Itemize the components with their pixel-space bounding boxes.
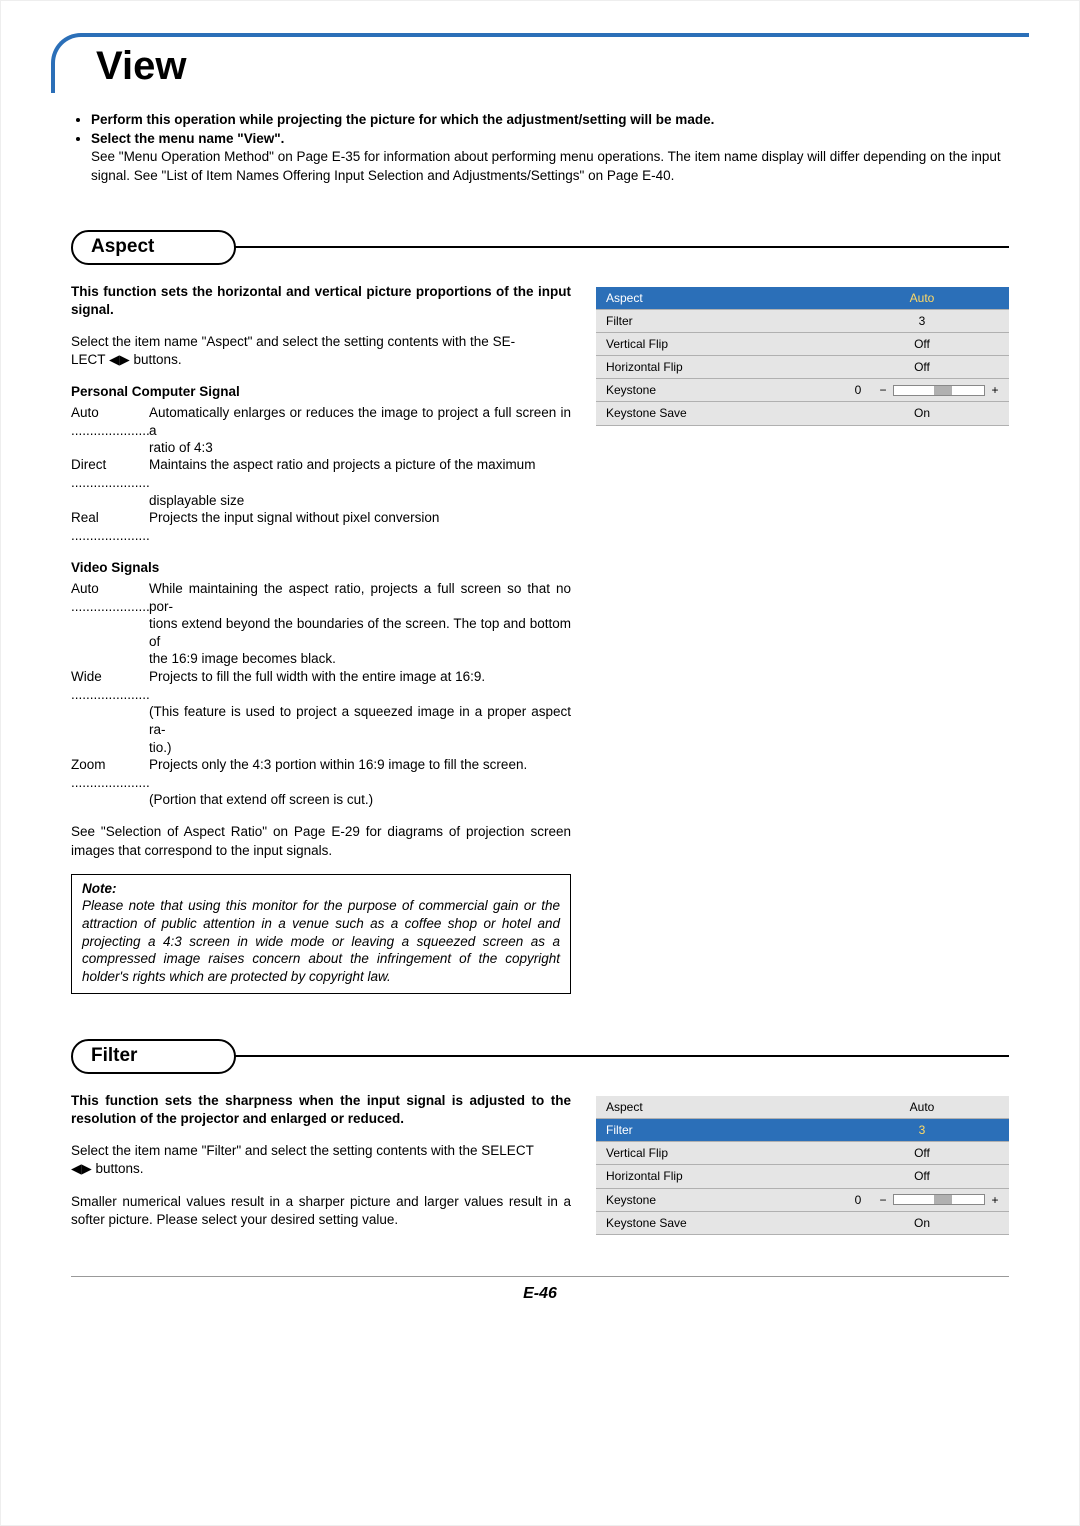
vid-wide-text-b: (This feature is used to project a squee… [149, 703, 571, 739]
page-number: E-46 [71, 1276, 1009, 1305]
keystone-value: 0 [843, 382, 873, 398]
page-title: View [91, 39, 191, 93]
menu-cell-label: Horizontal Flip [596, 1165, 833, 1188]
vid-auto-text-c: the 16:9 image becomes black. [149, 650, 571, 668]
aspect-intro: This function sets the horizontal and ve… [71, 283, 571, 319]
aspect-note-label: Note: [82, 880, 560, 898]
page-accent-rule [51, 33, 1029, 93]
pc-signal-head: Personal Computer Signal [71, 383, 571, 401]
menu-cell-value: 3 [833, 309, 1009, 332]
table-row: Keystone 0 − + [596, 1188, 1009, 1211]
table-row: AspectAuto [596, 286, 1009, 309]
video-signals-head: Video Signals [71, 559, 571, 577]
filter-result: Smaller numerical values result in a sha… [71, 1193, 571, 1229]
vid-auto-text-b: tions extend beyond the boundaries of th… [149, 615, 571, 651]
minus-icon: − [877, 382, 889, 398]
keystone-slider: 0 − + [843, 382, 1001, 398]
aspect-see-also: See "Selection of Aspect Ratio" on Page … [71, 823, 571, 859]
vid-wide-text-c: tio.) [149, 739, 571, 757]
menu-cell-value: Auto [833, 286, 1009, 309]
menu-cell-value: On [833, 402, 1009, 425]
menu-cell-value: Off [833, 1142, 1009, 1165]
menu-cell-label: Keystone Save [596, 402, 833, 425]
pc-auto-label: Auto [71, 405, 99, 420]
aspect-instruction-a: Select the item name "Aspect" and select… [71, 334, 515, 349]
pc-direct-label: Direct [71, 457, 106, 472]
table-row: Keystone 0 − + [596, 379, 1009, 402]
table-row: Filter3 [596, 1118, 1009, 1141]
pc-real-text: Projects the input signal without pixel … [149, 509, 571, 545]
filter-instruction-b: ◀▶ buttons. [71, 1161, 144, 1176]
table-row: Vertical FlipOff [596, 1142, 1009, 1165]
pc-direct-text-b: displayable size [149, 492, 571, 510]
filter-heading: Filter [71, 1039, 236, 1074]
menu-cell-label: Keystone [596, 379, 833, 402]
aspect-heading-row: Aspect [71, 230, 1009, 265]
aspect-description: This function sets the horizontal and ve… [71, 283, 571, 995]
plus-icon: + [989, 382, 1001, 398]
menu-cell-label: Keystone [596, 1188, 833, 1211]
pc-auto-text-a: Automatically enlarges or reduces the im… [149, 404, 571, 440]
table-row: Horizontal FlipOff [596, 1165, 1009, 1188]
filter-heading-rule [234, 1055, 1009, 1057]
menu-cell-label: Filter [596, 1118, 833, 1141]
vid-zoom-label: Zoom [71, 757, 106, 772]
intro-bullet-2: Select the menu name "View". [91, 131, 284, 146]
aspect-heading-rule [234, 246, 1009, 248]
pc-direct-text-a: Maintains the aspect ratio and projects … [149, 456, 571, 492]
slider-knob [934, 386, 952, 395]
keystone-value: 0 [843, 1192, 873, 1208]
menu-cell-label: Keystone Save [596, 1211, 833, 1234]
aspect-heading: Aspect [71, 230, 236, 265]
intro-bullet-1: Perform this operation while projecting … [91, 112, 714, 127]
filter-intro: This function sets the sharpness when th… [71, 1092, 571, 1128]
vid-zoom-text-a: Projects only the 4:3 portion within 16:… [149, 756, 571, 792]
menu-cell-label: Vertical Flip [596, 1142, 833, 1165]
menu-cell-value: Off [833, 332, 1009, 355]
intro-text: See "Menu Operation Method" on Page E-35… [91, 149, 1001, 182]
table-row: Filter3 [596, 309, 1009, 332]
menu-cell-value: On [833, 1211, 1009, 1234]
menu-cell-value: Off [833, 356, 1009, 379]
minus-icon: − [877, 1192, 889, 1208]
pc-real-label: Real [71, 510, 99, 525]
vid-zoom-text-b: (Portion that extend off screen is cut.) [149, 791, 571, 809]
menu-cell-label: Aspect [596, 286, 833, 309]
table-row: AspectAuto [596, 1095, 1009, 1118]
slider-track [893, 385, 985, 396]
menu-cell-value: Off [833, 1165, 1009, 1188]
vid-auto-label: Auto [71, 581, 99, 596]
aspect-menu-table: AspectAuto Filter3 Vertical FlipOff Hori… [596, 286, 1009, 426]
menu-cell-label: Aspect [596, 1095, 833, 1118]
menu-cell-label: Vertical Flip [596, 332, 833, 355]
menu-cell-label: Filter [596, 309, 833, 332]
menu-cell-value: 3 [833, 1118, 1009, 1141]
filter-heading-row: Filter [71, 1039, 1009, 1074]
aspect-note-box: Note: Please note that using this monito… [71, 874, 571, 994]
menu-cell-label: Horizontal Flip [596, 356, 833, 379]
table-row: Horizontal FlipOff [596, 356, 1009, 379]
pc-auto-text-b: ratio of 4:3 [149, 439, 571, 457]
vid-wide-label: Wide [71, 669, 102, 684]
filter-instruction-a: Select the item name "Filter" and select… [71, 1143, 534, 1158]
slider-track [893, 1194, 985, 1205]
table-row: Keystone SaveOn [596, 402, 1009, 425]
aspect-note-text: Please note that using this monitor for … [82, 898, 560, 983]
table-row: Keystone SaveOn [596, 1211, 1009, 1234]
menu-cell-value: Auto [833, 1095, 1009, 1118]
slider-knob [934, 1195, 952, 1204]
vid-auto-text-a: While maintaining the aspect ratio, proj… [149, 580, 571, 616]
aspect-instruction-b: LECT ◀▶ buttons. [71, 352, 182, 367]
vid-wide-text-a: Projects to fill the full width with the… [149, 668, 571, 704]
intro-block: Perform this operation while projecting … [71, 111, 1009, 185]
keystone-slider: 0 − + [843, 1192, 1001, 1208]
filter-description: This function sets the sharpness when th… [71, 1092, 571, 1243]
plus-icon: + [989, 1192, 1001, 1208]
filter-menu-table: AspectAuto Filter3 Vertical FlipOff Hori… [596, 1095, 1009, 1235]
table-row: Vertical FlipOff [596, 332, 1009, 355]
